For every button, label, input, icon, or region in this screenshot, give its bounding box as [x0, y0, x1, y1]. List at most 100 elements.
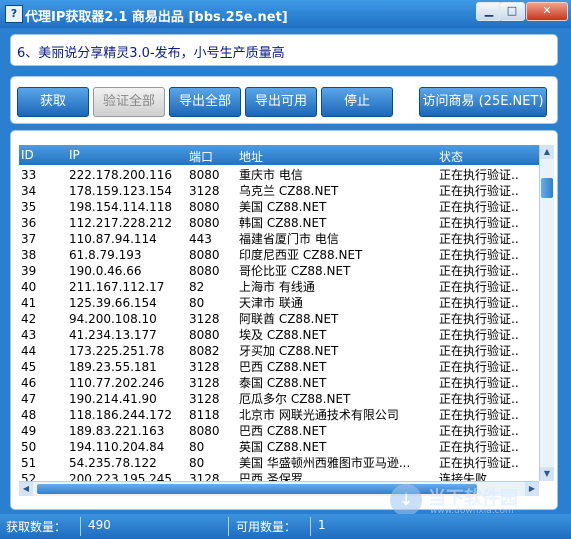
- table-row[interactable]: 40 211.167.112.17 82 上海市 有线通 正在执行验证..: [19, 279, 539, 295]
- table-row[interactable]: 47 190.214.41.90 3128 厄瓜多尔 CZ88.NET 正在执行验证..: [19, 391, 539, 407]
- table-row[interactable]: 46 110.77.202.246 3128 泰国 CZ88.NET 正在执行验证..: [19, 375, 539, 391]
- cell-id: 35: [21, 200, 37, 214]
- proxy-list-panel: ID IP 端口 地址 状态 33 222.178.200.116 8080 重庆市 …: [10, 130, 558, 510]
- cell-port: 80: [189, 456, 205, 470]
- cell-id: 41: [21, 296, 37, 310]
- cell-id: 47: [21, 392, 37, 406]
- cell-id: 43: [21, 328, 37, 342]
- cell-ip: 190.0.46.66: [69, 264, 142, 278]
- cell-id: 51: [21, 456, 37, 470]
- table-row[interactable]: 34 178.159.123.154 3128 乌克兰 CZ88.NET 正在执行验证.…: [19, 183, 539, 199]
- header-port[interactable]: 端口: [189, 148, 213, 165]
- cell-id: 33: [21, 168, 37, 182]
- header-id[interactable]: ID: [21, 148, 34, 162]
- stop-button[interactable]: 停止: [321, 87, 393, 117]
- cell-address: 泰国 CZ88.NET: [239, 376, 327, 390]
- cell-ip: 94.200.108.10: [69, 312, 157, 326]
- verify-all-button[interactable]: 验证全部: [93, 87, 165, 117]
- cell-address: 北京市 网联光通技术有限公司: [239, 408, 399, 422]
- cell-status: 正在执行验证..: [439, 440, 519, 454]
- table-row[interactable]: 45 189.23.55.181 3128 巴西 CZ88.NET 正在执行验证..: [19, 359, 539, 375]
- cell-ip: 125.39.66.154: [69, 296, 157, 310]
- watermark: ↓ 当下软件园 www.downxia.com: [390, 482, 560, 518]
- cell-port: 8080: [189, 216, 220, 230]
- cell-ip: 110.77.202.246: [69, 376, 165, 390]
- visit-site-button[interactable]: 访问商易 (25E.NET): [419, 87, 547, 117]
- table-row[interactable]: 36 112.217.228.212 8080 韩国 CZ88.NET 正在执行验证..: [19, 215, 539, 231]
- table-row[interactable]: 37 110.87.94.114 443 福建省厦门市 电信 正在执行验证..: [19, 231, 539, 247]
- header-status[interactable]: 状态: [439, 148, 463, 165]
- header-ip[interactable]: IP: [69, 148, 80, 162]
- cell-id: 34: [21, 184, 37, 198]
- table-row[interactable]: 42 94.200.108.10 3128 阿联酋 CZ88.NET 正在执行验证..: [19, 311, 539, 327]
- table-row[interactable]: 49 189.83.221.163 8080 巴西 CZ88.NET 正在执行验证..: [19, 423, 539, 439]
- vertical-scrollbar[interactable]: ▲ ▼: [539, 145, 554, 481]
- cell-id: 42: [21, 312, 37, 326]
- table-row[interactable]: 48 118.186.244.172 8118 北京市 网联光通技术有限公司 正在执行验…: [19, 407, 539, 423]
- cell-ip: 190.214.41.90: [69, 392, 157, 406]
- cell-port: 3128: [189, 376, 220, 390]
- table-row[interactable]: 33 222.178.200.116 8080 重庆市 电信 正在执行验证..: [19, 167, 539, 183]
- export-all-button[interactable]: 导出全部: [169, 87, 241, 117]
- cell-port: 8080: [189, 248, 220, 262]
- table-row[interactable]: 44 173.225.251.78 8082 牙买加 CZ88.NET 正在执行验证..: [19, 343, 539, 359]
- cell-port: 8118: [189, 408, 220, 422]
- cell-id: 36: [21, 216, 37, 230]
- header-address[interactable]: 地址: [239, 148, 263, 165]
- table-row[interactable]: 43 41.234.13.177 8080 埃及 CZ88.NET 正在执行验证..: [19, 327, 539, 343]
- cell-status: 正在执行验证..: [439, 408, 519, 422]
- status-divider: [228, 517, 229, 536]
- table-row[interactable]: 51 54.235.78.122 80 美国 华盛顿州西雅图市亚马逊... 正在执行验证…: [19, 455, 539, 471]
- cell-address: 哥伦比亚 CZ88.NET: [239, 264, 351, 278]
- cell-id: 37: [21, 232, 37, 246]
- table-row[interactable]: 39 190.0.46.66 8080 哥伦比亚 CZ88.NET 正在执行验证..: [19, 263, 539, 279]
- cell-port: 3128: [189, 184, 220, 198]
- cell-address: 美国 CZ88.NET: [239, 200, 327, 214]
- maximize-button[interactable]: □: [499, 2, 525, 21]
- cell-status: 正在执行验证..: [439, 376, 519, 390]
- table-row[interactable]: 41 125.39.66.154 80 天津市 联通 正在执行验证..: [19, 295, 539, 311]
- cell-address: 韩国 CZ88.NET: [239, 216, 327, 230]
- scroll-down-icon[interactable]: ▼: [540, 467, 554, 481]
- cell-status: 正在执行验证..: [439, 344, 519, 358]
- cell-address: 天津市 联通: [239, 296, 303, 310]
- available-count-value: 1: [318, 518, 326, 532]
- cell-ip: 198.154.114.118: [69, 200, 173, 214]
- cell-address: 上海市 有线通: [239, 280, 315, 294]
- cell-port: 8080: [189, 264, 220, 278]
- cell-address: 英国 CZ88.NET: [239, 440, 327, 454]
- table-row[interactable]: 38 61.8.79.193 8080 印度尼西亚 CZ88.NET 正在执行验证..: [19, 247, 539, 263]
- cell-ip: 189.23.55.181: [69, 360, 157, 374]
- cell-ip: 189.83.221.163: [69, 424, 165, 438]
- export-available-button[interactable]: 导出可用: [245, 87, 317, 117]
- cell-port: 3128: [189, 392, 220, 406]
- close-button[interactable]: ✕: [526, 2, 568, 21]
- cell-address: 巴西 CZ88.NET: [239, 424, 327, 438]
- cell-status: 正在执行验证..: [439, 424, 519, 438]
- table-row[interactable]: 50 194.110.204.84 80 英国 CZ88.NET 正在执行验证..: [19, 439, 539, 455]
- cell-id: 45: [21, 360, 37, 374]
- cell-ip: 61.8.79.193: [69, 248, 142, 262]
- cell-status: 正在执行验证..: [439, 328, 519, 342]
- proxy-table[interactable]: ID IP 端口 地址 状态 33 222.178.200.116 8080 重庆市 …: [19, 145, 539, 495]
- table-row[interactable]: 35 198.154.114.118 8080 美国 CZ88.NET 正在执行验证..: [19, 199, 539, 215]
- fetched-count-label: 获取数量：: [6, 520, 67, 534]
- toolbar: 获取 验证全部 导出全部 导出可用 停止 访问商易 (25E.NET): [10, 76, 558, 124]
- cell-ip: 112.217.228.212: [69, 216, 173, 230]
- fetch-button[interactable]: 获取: [17, 87, 89, 117]
- notice-text[interactable]: 6、美丽说分享精灵3.0-发布，小号生产质量高: [17, 42, 285, 61]
- table-header: ID IP 端口 地址 状态: [19, 145, 539, 165]
- cell-id: 49: [21, 424, 37, 438]
- title-bar[interactable]: ? 代理IP获取器2.1 商易出品 [bbs.25e.net] ▁ □ ✕: [0, 0, 571, 28]
- cell-ip: 118.186.244.172: [69, 408, 173, 422]
- table-body: 33 222.178.200.116 8080 重庆市 电信 正在执行验证.. 34 178…: [19, 167, 539, 487]
- scroll-up-icon[interactable]: ▲: [540, 145, 554, 159]
- vertical-scroll-thumb[interactable]: [541, 178, 553, 198]
- cell-status: 正在执行验证..: [439, 200, 519, 214]
- cell-status: 正在执行验证..: [439, 168, 519, 182]
- fetched-count-value: 490: [88, 518, 111, 532]
- cell-id: 46: [21, 376, 37, 390]
- cell-address: 牙买加 CZ88.NET: [239, 344, 339, 358]
- scroll-left-icon[interactable]: ◀: [19, 482, 33, 496]
- available-count-label: 可用数量：: [236, 520, 297, 534]
